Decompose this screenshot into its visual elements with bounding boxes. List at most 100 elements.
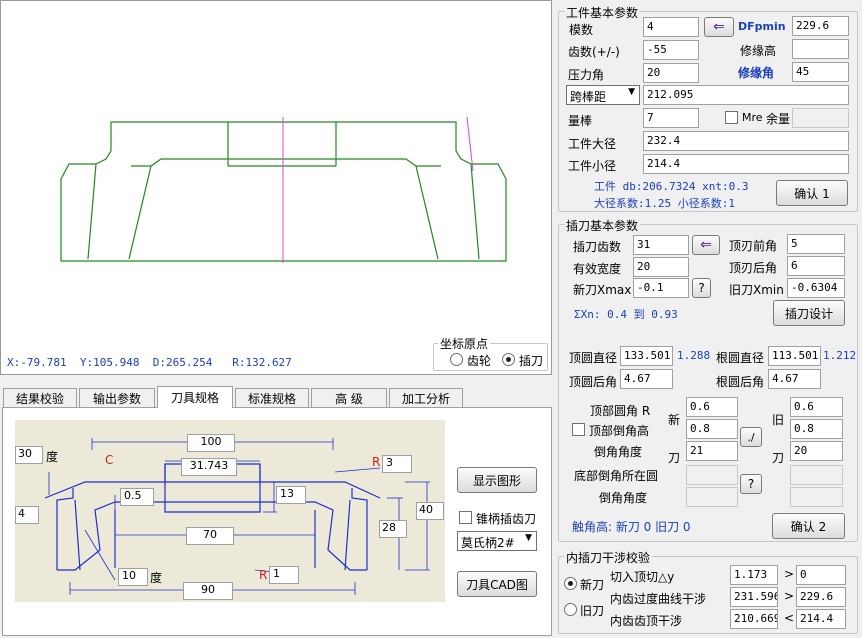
- new-cutter-label-2: 刀: [668, 451, 681, 465]
- shank-select[interactable]: 莫氏柄2# ▼: [457, 531, 537, 551]
- root-back-label: 根圆后角: [716, 375, 765, 389]
- tab-machining-analysis[interactable]: 加工分析: [389, 388, 463, 408]
- dim-r3: 3: [382, 455, 412, 473]
- root-coef: 1.212: [823, 349, 857, 362]
- old-bottom-circle-input[interactable]: [790, 465, 843, 485]
- tip-chamfer-checkbox[interactable]: [572, 423, 585, 436]
- new-fillet-input[interactable]: 0.6: [686, 397, 738, 417]
- tip-chamfer-label: 顶部倒角高: [589, 424, 650, 438]
- teeth-input[interactable]: -55: [643, 40, 699, 60]
- rake-label: 顶刃前角: [729, 239, 778, 253]
- old-angle-input[interactable]: 20: [790, 441, 843, 461]
- xmin-input[interactable]: -0.6304: [787, 278, 845, 298]
- arrow-left-icon[interactable]: ⇐: [704, 17, 734, 37]
- tool-cad-button[interactable]: 刀具CAD图: [457, 571, 537, 597]
- sum-xn-label: ΣXn: 0.4 到 0.93: [574, 308, 678, 321]
- check-3-label: 内齿齿顶干涉: [610, 614, 683, 628]
- old-bottom-angle-input[interactable]: [790, 487, 843, 507]
- measure-input[interactable]: 212.095: [643, 85, 849, 105]
- tab-output-params[interactable]: 输出参数: [79, 388, 155, 408]
- cutter-design-button[interactable]: 插刀设计: [773, 300, 845, 326]
- xmax-help-button[interactable]: ?: [692, 278, 711, 298]
- check-2-limit[interactable]: 229.6: [796, 587, 846, 607]
- cutter-teeth-input[interactable]: 31: [633, 235, 689, 255]
- cutter-teeth-label: 插刀齿数: [573, 240, 622, 254]
- tip-back-input[interactable]: 4.67: [620, 369, 673, 389]
- edge-angle-input[interactable]: 45: [792, 62, 849, 82]
- contact-height-label: 触角高: 新刀 0 旧刀 0: [572, 520, 691, 534]
- confirm-2-button[interactable]: 确认 2: [772, 513, 845, 539]
- dim-4: 4: [15, 506, 39, 524]
- origin-cutter-label: 插刀: [519, 354, 544, 368]
- new-bottom-angle-input[interactable]: [686, 487, 738, 507]
- label-r-top: R: [372, 455, 381, 469]
- width-input[interactable]: 20: [633, 257, 689, 277]
- bottom-circle-label: 底部倒角所在圆: [574, 469, 659, 483]
- workpiece-info-1: 工件 db:206.7324 xnt:0.3: [594, 180, 749, 193]
- check-3-limit[interactable]: 214.4: [796, 609, 846, 629]
- origin-gear-label: 齿轮: [467, 354, 492, 368]
- confirm-1-button[interactable]: 确认 1: [776, 180, 848, 206]
- root-dia-input[interactable]: 113.501: [768, 346, 821, 366]
- pin-label: 量棒: [568, 114, 593, 128]
- root-dia-label: 根圆直径: [716, 351, 765, 365]
- major-input[interactable]: 232.4: [643, 131, 849, 151]
- taper-shank-checkbox[interactable]: [459, 511, 472, 524]
- cursor-status: X:-79.781 Y:105.948 D:265.254 R:132.627: [7, 356, 292, 369]
- check-3-value[interactable]: 210.669: [730, 609, 778, 629]
- status-d: D:265.254: [152, 356, 213, 369]
- tip-dia-input[interactable]: 133.501: [620, 346, 673, 366]
- workpiece-info-2: 大径系数:1.25 小径系数:1: [594, 197, 735, 210]
- tab-standard-spec[interactable]: 标准规格: [235, 388, 309, 408]
- allowance-input[interactable]: [792, 108, 849, 128]
- origin-cutter-radio[interactable]: [502, 353, 515, 366]
- show-graphic-button[interactable]: 显示图形: [457, 467, 537, 493]
- tab-tool-spec[interactable]: 刀具规格: [157, 386, 233, 408]
- major-label: 工件大径: [568, 137, 617, 151]
- origin-gear-radio[interactable]: [450, 353, 463, 366]
- tip-fillet-label: 顶部圆角 R: [590, 404, 651, 418]
- pin-input[interactable]: 7: [643, 108, 699, 128]
- check-2-label: 内齿过度曲线干涉: [610, 592, 707, 606]
- minor-input[interactable]: 214.4: [643, 154, 849, 174]
- dim-13: 13: [276, 486, 306, 504]
- xmax-label: 新刀Xmax: [573, 283, 632, 297]
- copy-button[interactable]: ./: [740, 427, 762, 447]
- new-chamfer-input[interactable]: 0.8: [686, 419, 738, 439]
- check-1-op: >: [784, 567, 795, 581]
- tab-advanced[interactable]: 高 级: [311, 388, 387, 408]
- xmin-label: 旧刀Xmin: [729, 283, 784, 297]
- xmax-input[interactable]: -0.1: [633, 278, 689, 298]
- new-bottom-circle-input[interactable]: [686, 465, 738, 485]
- dfpmin-input[interactable]: 229.6: [792, 16, 849, 36]
- dfpmin-label: DFpmin: [738, 20, 786, 33]
- old-fillet-input[interactable]: 0.6: [790, 397, 843, 417]
- edge-height-input[interactable]: [792, 39, 849, 59]
- root-back-input[interactable]: 4.67: [768, 369, 821, 389]
- check-1-limit[interactable]: 0: [796, 565, 846, 585]
- old-cutter-label: 旧: [772, 413, 785, 427]
- check-1-value[interactable]: 1.173: [730, 565, 778, 585]
- measure-select[interactable]: 跨棒距 ▼: [566, 85, 640, 105]
- check-2-value[interactable]: 231.596: [730, 587, 778, 607]
- new-cutter-radio[interactable]: [564, 577, 577, 590]
- chevron-down-icon: ▼: [525, 533, 532, 543]
- interference-title: 内插刀干涉校验: [564, 549, 653, 566]
- relief-input[interactable]: 6: [787, 256, 845, 276]
- old-cutter-radio[interactable]: [564, 603, 577, 616]
- module-input[interactable]: 4: [643, 17, 699, 37]
- tab-result-check[interactable]: 结果校验: [3, 388, 77, 408]
- mre-checkbox[interactable]: [725, 111, 738, 124]
- profile-canvas[interactable]: X:-79.781 Y:105.948 D:265.254 R:132.627 …: [0, 0, 552, 375]
- bottom-angle-label: 倒角角度: [599, 491, 648, 505]
- bottom-help-button[interactable]: ?: [740, 474, 762, 494]
- origin-title: 坐标原点: [438, 335, 491, 352]
- pressure-input[interactable]: 20: [643, 63, 699, 83]
- old-chamfer-input[interactable]: 0.8: [790, 419, 843, 439]
- dim-r1: 1: [269, 566, 299, 584]
- tip-coef: 1.288: [677, 349, 711, 362]
- rake-input[interactable]: 5: [787, 234, 845, 254]
- arrow-left-icon[interactable]: ⇐: [692, 235, 720, 255]
- gear-profile-drawing: [60, 116, 507, 263]
- new-angle-input[interactable]: 21: [686, 441, 738, 461]
